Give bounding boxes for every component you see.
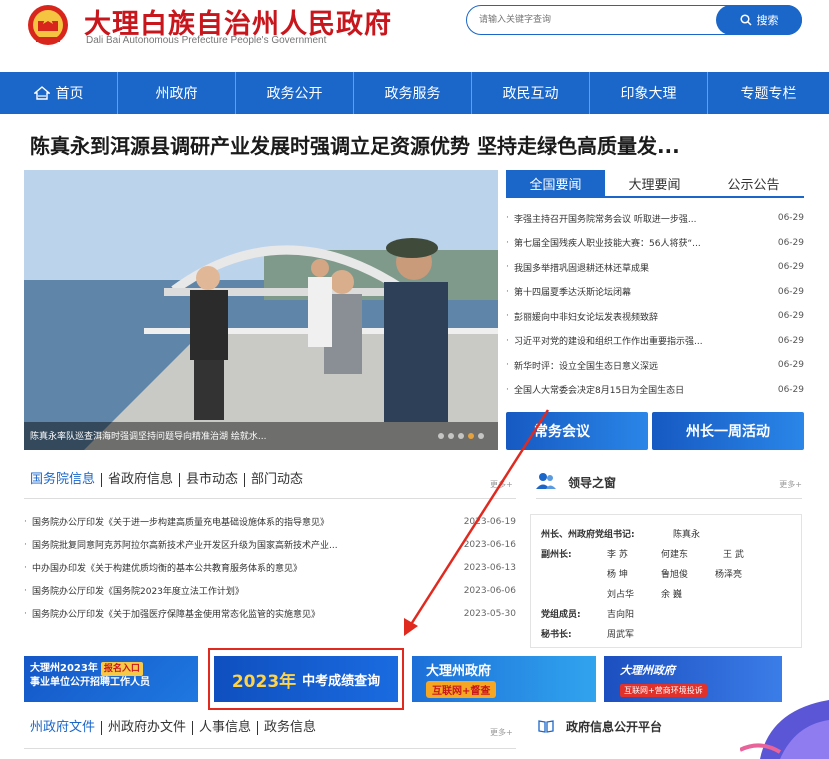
list-item[interactable]: · 全国人大常委会决定8月15日为全国生态日 06-29 (506, 378, 804, 403)
news-photo (24, 170, 498, 450)
search-icon (739, 14, 752, 26)
leader-role: 党组成员: (541, 610, 581, 620)
divider (24, 498, 516, 499)
tab-public-notices[interactable]: 公示公告 (704, 170, 803, 196)
open-book-icon (538, 720, 554, 733)
list-item[interactable]: · 彭丽媛向中非妇女论坛发表视频致辞 06-29 (506, 304, 804, 329)
list-item[interactable]: · 李强主持召开国务院常务会议 听取进一步强... 06-29 (506, 206, 804, 231)
list-item[interactable]: · 我国多举措巩固退耕还林还草成果 06-29 (506, 255, 804, 280)
carousel-dot-active[interactable] (468, 433, 474, 439)
nav-item-special-topics[interactable]: 专题专栏 (708, 72, 829, 114)
nav-item-gov-services[interactable]: 政务服务 (354, 72, 472, 114)
search-button-label: 搜索 (756, 14, 779, 27)
news-photo-carousel[interactable]: 陈真永率队巡查洱海时强调坚持问题导向精准治湖 绘就水... (24, 170, 498, 450)
leader-name[interactable]: 鲁旭俊 (661, 567, 688, 580)
info-tabs: 国务院信息 省政府信息 县市动态 部门动态 (30, 470, 516, 490)
list-item[interactable]: · 国务院办公厅印发《国务院2023年度立法工作计划》 2023-06-06 (24, 579, 516, 602)
site-header: 大理白族自治州人民政府 Dali Bai Autonomous Prefectu… (0, 0, 829, 68)
info-more-link[interactable]: 更多+ (490, 479, 513, 490)
headline-link[interactable]: 陈真永到洱源县调研产业发展时强调立足资源优势 坚持走绿色高质量发... (30, 130, 680, 159)
leader-name[interactable]: 余 巍 (661, 587, 682, 600)
carousel-dots (438, 433, 484, 439)
leader-name[interactable]: 杨 坤 (607, 567, 628, 580)
carousel-dot[interactable] (438, 433, 444, 439)
info-platform-title[interactable]: 政府信息公开平台 (566, 718, 662, 735)
search-input[interactable] (479, 11, 699, 29)
leader-window-header: 领导之窗 更多+ (536, 470, 802, 494)
list-item[interactable]: · 第七届全国残疾人职业技能大赛：56人将获“... 06-29 (506, 231, 804, 256)
tab-county-news[interactable]: 县市动态 (180, 473, 246, 487)
recruitment-banner[interactable]: 大理州2023年 报名入口 事业单位公开招聘工作人员 (24, 656, 198, 702)
list-item[interactable]: · 国务院批复同意阿克苏阿拉尔高新技术产业开发区升级为国家高新技术产业... 202… (24, 533, 516, 556)
leader-window-title: 领导之窗 (568, 476, 617, 490)
leader-name[interactable]: 李 苏 (607, 547, 628, 560)
tab-gov-affairs-info[interactable]: 政务信息 (258, 721, 322, 735)
carousel-dot[interactable] (478, 433, 484, 439)
carousel-dot[interactable] (458, 433, 464, 439)
governor-weekly-banner[interactable]: 州长一周活动 (652, 412, 804, 450)
leader-role: 州长、州政府党组书记: (541, 530, 635, 540)
leader-name[interactable]: 周武军 (607, 627, 634, 640)
list-item[interactable]: · 国务院办公厅印发《关于加强医疗保障基金使用常态化监管的实施意见》 2023-05… (24, 602, 516, 625)
divider (24, 748, 516, 749)
leader-box: 州长、州政府党组书记: 陈真永 副州长: 李 苏 何建东 王 武 杨 坤 鲁旭俊… (530, 514, 802, 648)
list-item[interactable]: · 国务院办公厅印发《关于进一步构建高质量充电基础设施体系的指导意见》 2023-0… (24, 510, 516, 533)
nav-item-prefecture-gov[interactable]: 州政府 (118, 72, 236, 114)
leader-name[interactable]: 陈真永 (673, 527, 700, 540)
tab-office-docs[interactable]: 州政府办文件 (102, 721, 194, 735)
people-icon (536, 473, 556, 489)
nav-item-interaction[interactable]: 政民互动 (472, 72, 590, 114)
doc-tabs: 州政府文件 州政府办文件 人事信息 政务信息 (30, 718, 322, 738)
standing-meeting-banner[interactable]: 常务会议 (506, 412, 648, 450)
tab-state-council-info[interactable]: 国务院信息 (30, 473, 103, 487)
news-list: · 李强主持召开国务院常务会议 听取进一步强... 06-29 · 第七届全国残疾人职… (506, 206, 804, 402)
info-list: · 国务院办公厅印发《关于进一步构建高质量充电基础设施体系的指导意见》 2023-0… (24, 510, 516, 625)
nav-item-home[interactable]: 首页 (0, 72, 118, 114)
exam-results-banner[interactable]: 2023年 中考成绩查询 (214, 656, 398, 702)
list-item[interactable]: · 第十四届夏季达沃斯论坛闭幕 06-29 (506, 280, 804, 305)
tab-provincial-info[interactable]: 省政府信息 (102, 473, 181, 487)
news-tabs: 全国要闻 大理要闻 公示公告 (506, 170, 804, 198)
leader-name[interactable]: 杨泽亮 (715, 567, 742, 580)
search-box: 搜索 (466, 5, 802, 35)
list-item[interactable]: · 习近平对党的建设和组织工作作出重要指示强... 06-29 (506, 329, 804, 354)
carousel-dot[interactable] (448, 433, 454, 439)
leader-name[interactable]: 刘占华 (607, 587, 634, 600)
site-subtitle: Dali Bai Autonomous Prefecture People's … (86, 35, 327, 46)
nav-item-impression-dali[interactable]: 印象大理 (590, 72, 708, 114)
home-icon (33, 86, 50, 100)
photo-caption[interactable]: 陈真永率队巡查洱海时强调坚持问题导向精准治湖 绘就水... (30, 429, 266, 442)
tab-prefecture-docs[interactable]: 州政府文件 (30, 721, 103, 735)
decorative-graphic (740, 700, 829, 759)
tab-dali-news[interactable]: 大理要闻 (605, 170, 704, 196)
tab-department-news[interactable]: 部门动态 (245, 473, 309, 487)
leader-role: 秘书长: (541, 630, 572, 640)
leader-more-link[interactable]: 更多+ (779, 479, 802, 490)
leader-name[interactable]: 吉向阳 (607, 607, 634, 620)
list-item[interactable]: · 新华时评：设立全国生态日意义深远 06-29 (506, 353, 804, 378)
main-nav: 首页 州政府 政务公开 政务服务 政民互动 印象大理 专题专栏 (0, 72, 829, 114)
leader-role: 副州长: (541, 550, 572, 560)
leader-name[interactable]: 何建东 (661, 547, 688, 560)
divider (536, 498, 802, 499)
leader-name[interactable]: 王 武 (723, 547, 744, 560)
tab-personnel-info[interactable]: 人事信息 (193, 721, 259, 735)
signup-tag: 报名入口 (100, 662, 143, 676)
national-emblem-icon (28, 5, 68, 45)
list-item[interactable]: · 中办国办印发《关于构建优质均衡的基本公共教育服务体系的意见》 2023-06-1… (24, 556, 516, 579)
tab-national-news[interactable]: 全国要闻 (506, 170, 605, 196)
docs-more-link[interactable]: 更多+ (490, 727, 513, 738)
internet-supervision-banner[interactable]: 大理州政府 互联网+督查 (412, 656, 596, 702)
nav-item-gov-affairs-public[interactable]: 政务公开 (236, 72, 354, 114)
search-button[interactable]: 搜索 (716, 5, 802, 35)
